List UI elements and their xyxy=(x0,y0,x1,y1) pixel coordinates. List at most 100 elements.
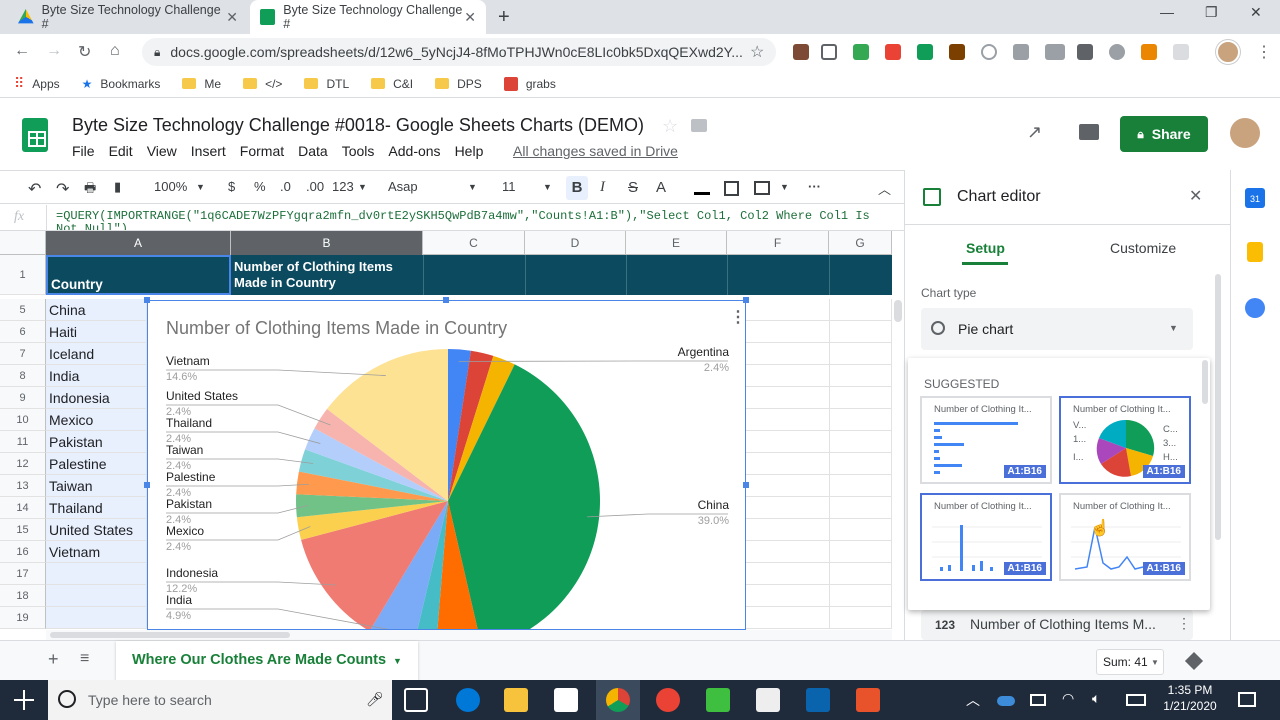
extension-icon[interactable] xyxy=(1077,44,1093,60)
row-header[interactable]: 18 xyxy=(0,585,46,607)
bookmark-folder[interactable]: Me xyxy=(182,77,221,91)
fill-color-icon[interactable] xyxy=(694,181,710,195)
user-avatar[interactable] xyxy=(1230,118,1260,148)
table-cell-country[interactable]: Indonesia xyxy=(46,387,147,409)
column-header-d[interactable]: D xyxy=(525,231,626,255)
add-sheet-icon[interactable]: + xyxy=(48,649,59,670)
header-cell-country[interactable]: Country xyxy=(46,255,231,295)
edge-icon[interactable] xyxy=(456,688,480,712)
row-header[interactable]: 15 xyxy=(0,519,46,541)
forward-icon[interactable]: → xyxy=(46,42,62,60)
more-vert-icon[interactable]: ⋮ xyxy=(1177,615,1191,632)
table-cell[interactable] xyxy=(746,365,892,387)
resize-handle[interactable] xyxy=(443,297,449,303)
italic-button[interactable]: I xyxy=(600,179,605,196)
merge-cells-icon[interactable] xyxy=(754,181,770,195)
bookmark-folder[interactable]: C&I xyxy=(371,77,413,91)
volume-icon[interactable]: 🔈︎ xyxy=(1092,690,1100,707)
explore-icon[interactable] xyxy=(1184,651,1204,671)
chrome-taskbar-active[interactable] xyxy=(596,680,640,720)
table-cell-country[interactable]: Pakistan xyxy=(46,431,147,453)
close-icon[interactable]: ✕ xyxy=(1189,186,1202,206)
table-cell[interactable] xyxy=(746,607,892,629)
clock[interactable]: 1:35 PM 1/21/2020 xyxy=(1160,683,1220,713)
row-header[interactable]: 9 xyxy=(0,387,46,409)
resize-handle[interactable] xyxy=(743,297,749,303)
task-view-icon[interactable] xyxy=(404,688,428,712)
table-cell-country[interactable]: China xyxy=(46,299,147,321)
collapse-icon[interactable]: ︿ xyxy=(878,179,891,198)
app-icon[interactable] xyxy=(656,688,680,712)
suggestion-column-chart[interactable]: Number of Clothing It... A1:B16 xyxy=(920,493,1052,581)
row-header[interactable]: 10 xyxy=(0,409,46,431)
menu-format[interactable]: Format xyxy=(240,143,284,159)
row-header[interactable]: 14 xyxy=(0,497,46,519)
browser-tab[interactable]: Byte Size Technology Challenge # ✕ xyxy=(8,0,248,34)
paint-format-icon[interactable]: ▮ xyxy=(114,179,121,195)
profile-avatar[interactable] xyxy=(1216,40,1240,64)
bookmark-bookmarks[interactable]: ★ Bookmarks xyxy=(82,77,161,91)
table-cell[interactable] xyxy=(746,453,892,475)
bookmark-star-icon[interactable]: ☆ xyxy=(750,42,764,62)
all-sheets-icon[interactable]: ≡ xyxy=(80,650,89,668)
extension-icon[interactable] xyxy=(1173,44,1189,60)
strikethrough-button[interactable]: S xyxy=(628,179,638,196)
resize-handle[interactable] xyxy=(743,482,749,488)
outlook-icon[interactable] xyxy=(806,688,830,712)
table-cell-country[interactable] xyxy=(46,607,147,629)
windows-start-icon[interactable] xyxy=(14,690,34,710)
save-status[interactable]: All changes saved in Drive xyxy=(513,143,678,159)
notifications-icon[interactable] xyxy=(1238,692,1256,707)
table-cell[interactable] xyxy=(746,541,892,563)
table-cell-country[interactable] xyxy=(46,563,147,585)
extension-icon[interactable] xyxy=(917,44,933,60)
menu-file[interactable]: File xyxy=(72,143,95,159)
column-header-b[interactable]: B xyxy=(231,231,423,255)
taskbar-search[interactable]: Type here to search 🎤︎ xyxy=(48,680,392,720)
zoom-select[interactable]: 100% xyxy=(154,179,187,194)
close-tab-icon[interactable]: ✕ xyxy=(464,9,476,26)
table-cell-country[interactable] xyxy=(46,585,147,607)
vertical-scrollbar[interactable] xyxy=(894,300,902,322)
table-cell-country[interactable]: Thailand xyxy=(46,497,147,519)
extension-icon[interactable] xyxy=(885,44,901,60)
share-button[interactable]: 🔒︎ Share xyxy=(1120,116,1208,152)
extension-icon[interactable] xyxy=(949,44,965,60)
chart-type-dropdown[interactable]: Pie chart ▼ xyxy=(921,308,1193,350)
column-header-a[interactable]: A xyxy=(46,231,231,255)
extension-icon[interactable] xyxy=(1109,44,1125,60)
column-header-g[interactable]: G xyxy=(829,231,892,255)
row-header[interactable]: 12 xyxy=(0,453,46,475)
row-header[interactable]: 7 xyxy=(0,343,46,365)
menu-data[interactable]: Data xyxy=(298,143,328,159)
extension-icon[interactable] xyxy=(1141,44,1157,60)
bookmark-folder[interactable]: DTL xyxy=(304,77,349,91)
menu-addons[interactable]: Add-ons xyxy=(388,143,440,159)
font-select[interactable]: Asap xyxy=(388,179,418,194)
browser-tab-active[interactable]: Byte Size Technology Challenge # ✕ xyxy=(250,0,486,34)
percent-button[interactable]: % xyxy=(254,179,266,194)
column-header-f[interactable]: F xyxy=(727,231,829,255)
row-header[interactable]: 16 xyxy=(0,541,46,563)
suggestion-pie-chart[interactable]: Number of Clothing It... V... C... 1... … xyxy=(1059,396,1191,484)
address-bar[interactable]: 🔒︎ docs.google.com/spreadsheets/d/12w6_5… xyxy=(142,38,776,66)
bookmark-apps[interactable]: ⠿ Apps xyxy=(14,75,60,92)
document-title[interactable]: Byte Size Technology Challenge #0018- Go… xyxy=(72,115,644,136)
sum-indicator[interactable]: Sum: 41 ▼ xyxy=(1096,649,1164,675)
row-header[interactable]: 1 xyxy=(0,255,46,295)
onedrive-icon[interactable] xyxy=(997,696,1015,706)
series-row[interactable]: 123 Number of Clothing Items M... ⋮ xyxy=(921,610,1193,640)
more-vert-icon[interactable]: ⋮ xyxy=(1256,42,1272,62)
bookmark-folder[interactable]: </> xyxy=(243,77,282,91)
row-header[interactable]: 11 xyxy=(0,431,46,453)
sheets-logo-icon[interactable] xyxy=(22,118,48,152)
table-cell-country[interactable]: United States xyxy=(46,519,147,541)
increase-decimal-button[interactable]: .00 xyxy=(306,179,324,194)
print-icon[interactable]: 🖶︎ xyxy=(84,179,96,201)
tab-setup[interactable]: Setup xyxy=(966,240,1005,256)
font-size-select[interactable]: 11 xyxy=(502,179,516,194)
help-icon[interactable] xyxy=(981,44,997,60)
suggestion-line-chart[interactable]: Number of Clothing It... A1:B16 xyxy=(1059,493,1191,581)
menu-view[interactable]: View xyxy=(147,143,177,159)
crx-icon[interactable] xyxy=(1045,44,1065,60)
